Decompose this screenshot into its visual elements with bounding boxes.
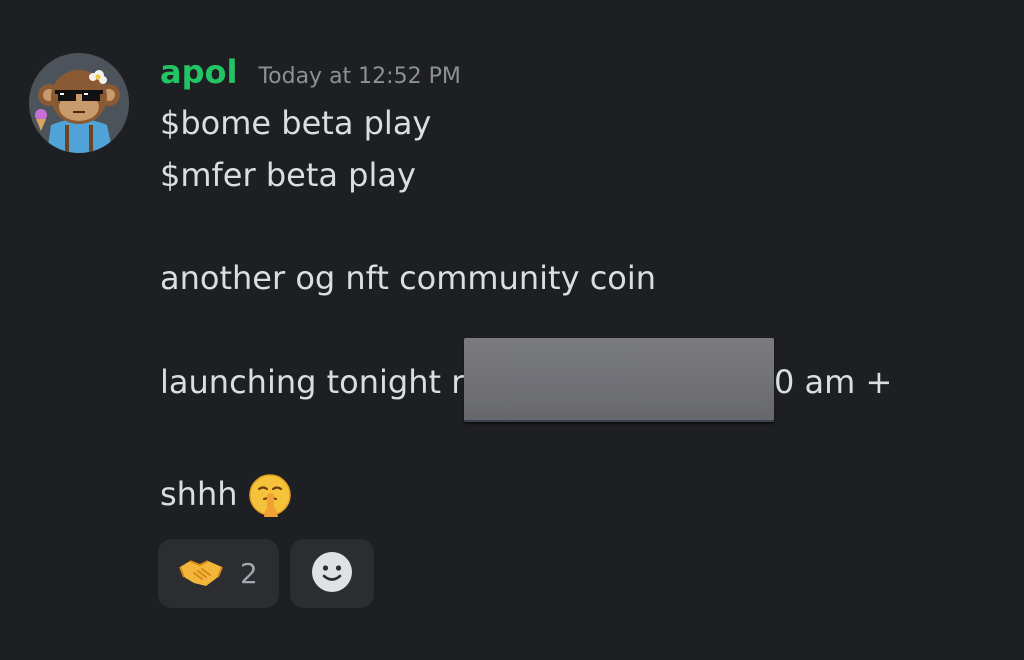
message-line: $mfer beta play (160, 156, 416, 194)
user-avatar[interactable] (29, 53, 129, 153)
reaction-handshake[interactable]: 2 (158, 539, 279, 608)
username[interactable]: apol (160, 50, 237, 94)
message-line: $bome beta play (160, 104, 432, 142)
handshake-icon (178, 555, 224, 593)
chat-message: apol Today at 12:52 PM $bome beta play $… (0, 0, 1024, 660)
shushing-face-icon (248, 473, 292, 517)
add-reaction-icon (311, 551, 353, 597)
timestamp: Today at 12:52 PM (258, 64, 461, 89)
message-header: apol Today at 12:52 PM (160, 50, 461, 94)
reactions-bar: 2 (158, 539, 374, 608)
message-line-suffix: 0 am + (774, 363, 893, 401)
message-line-with-emoji: shhh (160, 473, 292, 517)
message-line: launching tonight r (160, 363, 465, 401)
monkey-avatar-icon (29, 53, 129, 153)
message-line: another og nft community coin (160, 259, 657, 297)
message-line: shhh (160, 475, 238, 513)
add-reaction-button[interactable] (290, 539, 374, 608)
reaction-count: 2 (240, 557, 258, 590)
redaction-box (464, 338, 774, 422)
